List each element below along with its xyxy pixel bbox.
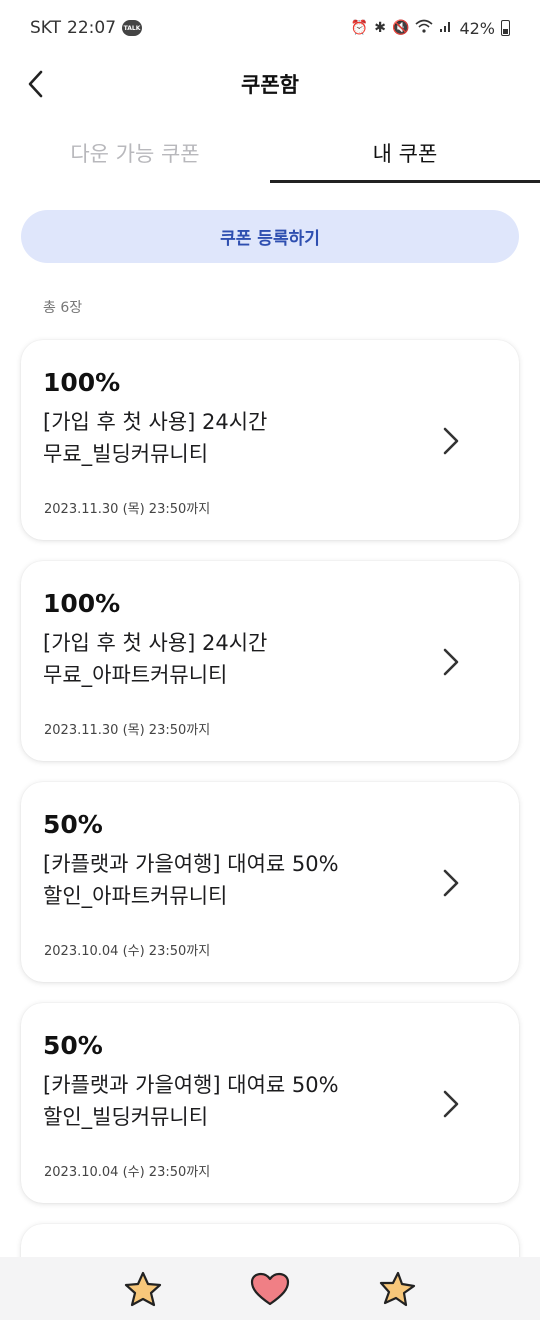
tab-my-coupons[interactable]: 내 쿠폰 bbox=[270, 124, 540, 183]
chevron-left-icon bbox=[28, 70, 43, 98]
coupon-discount: 50% bbox=[43, 1031, 103, 1060]
coupon-card[interactable]: 100% [가입 후 첫 사용] 24시간 무료_아파트커뮤니티 2023.11… bbox=[21, 561, 519, 761]
coupon-name: [카플랫과 가을여행] 대여료 50% 할인_아파트커뮤니티 bbox=[43, 852, 339, 908]
bottom-nav bbox=[0, 1257, 540, 1320]
chevron-right-icon bbox=[443, 648, 459, 676]
coupon-card[interactable]: 50% [카플랫과 가을여행] 대여료 50% 할인_아파트커뮤니티 2023.… bbox=[21, 782, 519, 982]
coupon-expiry: 2023.10.04 (수) 23:50까지 bbox=[44, 1165, 211, 1180]
status-bar: SKT 22:07 TALK ⏰ ✱ 🔇 42% bbox=[0, 0, 540, 56]
coupon-discount: 50% bbox=[43, 810, 103, 839]
star-icon[interactable] bbox=[376, 1269, 418, 1309]
mute-icon: 🔇 bbox=[392, 20, 410, 36]
coupon-card[interactable]: 100% [가입 후 첫 사용] 24시간 무료_빌딩커뮤니티 2023.11.… bbox=[21, 340, 519, 540]
coupon-expiry: 2023.10.04 (수) 23:50까지 bbox=[44, 944, 211, 959]
chevron-right-icon bbox=[443, 427, 459, 455]
coupon-discount: 100% bbox=[43, 589, 121, 618]
coupon-discount: 100% bbox=[43, 368, 121, 397]
back-button[interactable] bbox=[18, 66, 54, 102]
coupon-name: [가입 후 첫 사용] 24시간 무료_빌딩커뮤니티 bbox=[43, 410, 268, 466]
coupon-total-count: 총 6장 bbox=[43, 300, 83, 316]
heart-icon[interactable] bbox=[249, 1269, 291, 1309]
battery-percent: 42% bbox=[459, 18, 495, 38]
battery-icon bbox=[501, 20, 510, 36]
chevron-right-icon bbox=[443, 869, 459, 897]
app-header: 쿠폰함 bbox=[0, 56, 540, 112]
tab-downloadable-coupons[interactable]: 다운 가능 쿠폰 bbox=[0, 124, 270, 183]
clock: 22:07 bbox=[67, 18, 117, 38]
coupon-list: 100% [가입 후 첫 사용] 24시간 무료_빌딩커뮤니티 2023.11.… bbox=[21, 340, 519, 1320]
talk-notification-icon: TALK bbox=[122, 20, 143, 36]
coupon-expiry: 2023.11.30 (목) 23:50까지 bbox=[44, 723, 211, 738]
wifi-icon bbox=[415, 19, 433, 37]
chevron-right-icon bbox=[443, 1090, 459, 1118]
carrier-label: SKT bbox=[30, 18, 62, 38]
star-icon[interactable] bbox=[122, 1269, 164, 1309]
coupon-expiry: 2023.11.30 (목) 23:50까지 bbox=[44, 502, 211, 517]
register-coupon-button[interactable]: 쿠폰 등록하기 bbox=[21, 210, 519, 263]
page-title: 쿠폰함 bbox=[241, 73, 299, 97]
coupon-tabs: 다운 가능 쿠폰 내 쿠폰 bbox=[0, 124, 540, 183]
alarm-icon: ⏰ bbox=[350, 20, 369, 36]
status-right: ⏰ ✱ 🔇 42% bbox=[351, 19, 510, 38]
coupon-name: [가입 후 첫 사용] 24시간 무료_아파트커뮤니티 bbox=[43, 631, 268, 687]
coupon-name: [카플랫과 가을여행] 대여료 50% 할인_빌딩커뮤니티 bbox=[43, 1073, 339, 1129]
status-left: SKT 22:07 TALK bbox=[30, 18, 143, 38]
coupon-card[interactable]: 50% [카플랫과 가을여행] 대여료 50% 할인_빌딩커뮤니티 2023.1… bbox=[21, 1003, 519, 1203]
bluetooth-icon: ✱ bbox=[374, 20, 386, 36]
signal-icon bbox=[439, 19, 453, 37]
